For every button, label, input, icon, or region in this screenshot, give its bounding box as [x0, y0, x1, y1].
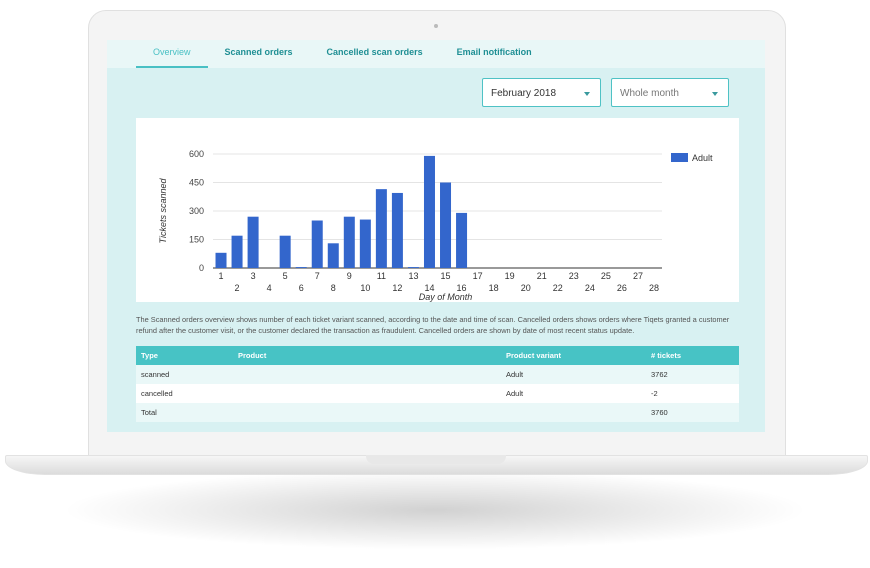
x-tick-label: 10 [360, 283, 370, 293]
x-tick-label: 1 [219, 271, 224, 281]
cell [233, 384, 501, 403]
cell: 3760 [646, 403, 739, 422]
laptop-notch [366, 455, 506, 464]
x-tick-label: 19 [505, 271, 515, 281]
x-tick-label: 24 [585, 283, 595, 293]
cell: Adult [501, 384, 646, 403]
cell [233, 365, 501, 384]
x-tick-label: 27 [633, 271, 643, 281]
x-tick-label: 25 [601, 271, 611, 281]
period-select[interactable]: Whole month [611, 78, 729, 107]
cell [501, 403, 646, 422]
camera-icon [434, 24, 438, 28]
header-type: Type [136, 346, 233, 365]
bar-chart: 0150300450600123456789101112131415161718… [136, 118, 739, 302]
x-tick-label: 21 [537, 271, 547, 281]
bar-day-1 [216, 253, 227, 268]
chevron-down-icon [584, 92, 590, 96]
month-select-value: February 2018 [491, 88, 556, 99]
y-tick-label: 600 [189, 149, 204, 159]
x-tick-label: 22 [553, 283, 563, 293]
x-tick-label: 9 [347, 271, 352, 281]
cell: 3762 [646, 365, 739, 384]
x-tick-label: 28 [649, 283, 659, 293]
x-tick-label: 6 [299, 283, 304, 293]
chart-card: 0150300450600123456789101112131415161718… [136, 118, 739, 302]
cell: cancelled [136, 384, 233, 403]
x-tick-label: 8 [331, 283, 336, 293]
x-tick-label: 20 [521, 283, 531, 293]
description-text: The Scanned orders overview shows number… [136, 314, 746, 336]
header-product-variant: Product variant [501, 346, 646, 365]
period-select-value: Whole month [620, 88, 679, 99]
cell [233, 403, 501, 422]
x-tick-label: 12 [392, 283, 402, 293]
bar-day-7 [312, 221, 323, 269]
bar-day-5 [280, 236, 291, 268]
bar-day-6 [296, 267, 307, 268]
y-tick-label: 150 [189, 235, 204, 245]
y-tick-label: 300 [189, 206, 204, 216]
x-tick-label: 15 [441, 271, 451, 281]
screen: Overview Scanned orders Cancelled scan o… [107, 40, 765, 432]
cell: Total [136, 403, 233, 422]
summary-table: Type Product Product variant # tickets s… [136, 346, 739, 422]
bar-day-2 [232, 236, 243, 268]
table-row: scanned Adult3762 [136, 365, 739, 384]
tab-bar: Overview Scanned orders Cancelled scan o… [107, 40, 765, 68]
bar-day-11 [376, 189, 387, 268]
tab-email-notification[interactable]: Email notification [440, 40, 549, 68]
legend-swatch [671, 153, 688, 162]
y-axis-label: Tickets scanned [158, 178, 168, 244]
x-tick-label: 4 [267, 283, 272, 293]
tab-cancelled-scan-orders[interactable]: Cancelled scan orders [310, 40, 440, 68]
x-tick-label: 7 [315, 271, 320, 281]
header-product: Product [233, 346, 501, 365]
x-tick-label: 5 [283, 271, 288, 281]
bar-day-13 [408, 267, 419, 268]
x-tick-label: 11 [377, 271, 386, 281]
bar-day-3 [248, 217, 259, 268]
x-axis-label: Day of Month [419, 292, 473, 302]
x-tick-label: 26 [617, 283, 627, 293]
cell: Adult [501, 365, 646, 384]
y-tick-label: 450 [189, 178, 204, 188]
bar-day-14 [424, 156, 435, 268]
tab-scanned-orders[interactable]: Scanned orders [208, 40, 310, 68]
header-tickets: # tickets [646, 346, 739, 365]
x-tick-label: 18 [489, 283, 499, 293]
y-tick-label: 0 [199, 263, 204, 273]
tab-overview[interactable]: Overview [136, 40, 208, 68]
bar-day-8 [328, 243, 339, 268]
chevron-down-icon [712, 92, 718, 96]
x-tick-label: 17 [473, 271, 483, 281]
legend-label: Adult [692, 153, 713, 163]
table-row: Total 3760 [136, 403, 739, 422]
cell: -2 [646, 384, 739, 403]
x-tick-label: 3 [251, 271, 256, 281]
bar-day-9 [344, 217, 355, 268]
laptop-shadow [60, 470, 810, 550]
bar-day-12 [392, 193, 403, 268]
cell: scanned [136, 365, 233, 384]
table-row: cancelled Adult-2 [136, 384, 739, 403]
bar-day-16 [456, 213, 467, 268]
x-tick-label: 23 [569, 271, 579, 281]
month-select[interactable]: February 2018 [482, 78, 601, 107]
bar-day-10 [360, 220, 371, 268]
x-tick-label: 2 [235, 283, 240, 293]
bar-day-15 [440, 183, 451, 269]
x-tick-label: 13 [408, 271, 418, 281]
